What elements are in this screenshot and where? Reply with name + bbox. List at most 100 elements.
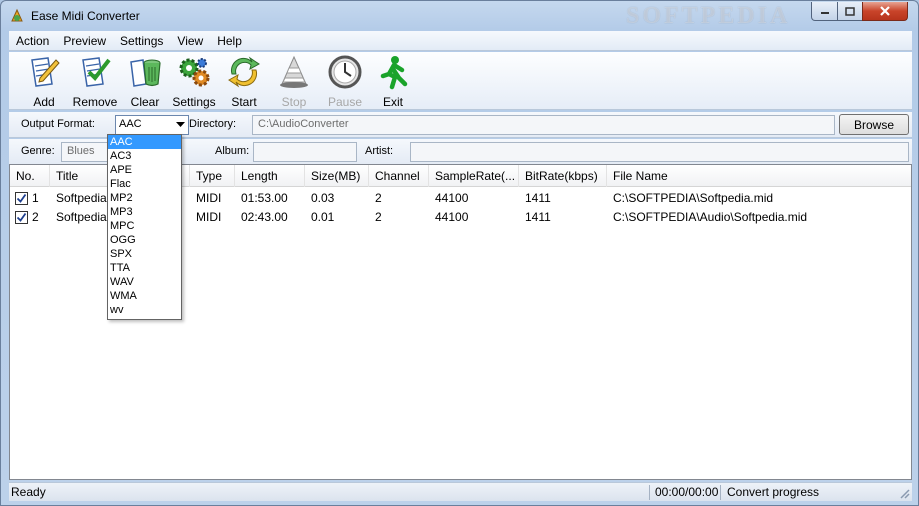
format-option-flac[interactable]: Flac [108, 177, 181, 191]
menu-view[interactable]: View [170, 34, 210, 48]
menu-bar: Action Preview Settings View Help [9, 31, 912, 51]
format-option-mpc[interactable]: MPC [108, 219, 181, 233]
status-progress-label: Convert progress [727, 485, 820, 499]
maximize-button[interactable] [837, 2, 863, 21]
format-option-wma[interactable]: WMA [108, 289, 181, 303]
row-no: 1 [32, 191, 39, 205]
row-channel: 2 [375, 191, 382, 205]
status-time: 00:00/00:00 [655, 485, 719, 499]
column-size[interactable]: Size(MB) [305, 165, 369, 187]
status-text: Ready [11, 485, 46, 499]
row-channel: 2 [375, 210, 382, 224]
stop-button[interactable]: Stop [273, 54, 315, 110]
row-samplerate: 44100 [435, 210, 469, 224]
format-dropdown-list: AAC AC3 APE Flac MP2 MP3 MPC OGG SPX TTA… [107, 134, 182, 320]
maximize-icon [845, 6, 855, 16]
status-divider [649, 485, 650, 500]
exit-button[interactable]: Exit [375, 54, 411, 110]
toolbar: Add Remove Clear Settings Start Stop Pau… [9, 52, 912, 110]
format-option-wv[interactable]: wv [108, 303, 181, 317]
status-divider [720, 485, 721, 500]
column-no[interactable]: No. [10, 165, 50, 187]
artist-field[interactable] [410, 142, 909, 162]
trash-icon [130, 59, 161, 87]
menu-preview[interactable]: Preview [56, 34, 113, 48]
artist-label: Artist: [365, 145, 394, 157]
column-channel[interactable]: Channel [369, 165, 429, 187]
directory-field[interactable]: C:\AudioConverter [252, 115, 835, 135]
format-option-wav[interactable]: WAV [108, 275, 181, 289]
pause-label: Pause [327, 95, 363, 109]
row-no: 2 [32, 210, 39, 224]
row-type: MIDI [196, 191, 222, 205]
clear-button[interactable]: Clear [125, 54, 165, 110]
title-bar[interactable]: Ease Midi Converter SOFTPEDIA [1, 1, 918, 31]
minimize-button[interactable] [811, 2, 838, 21]
stop-label: Stop [281, 95, 307, 109]
format-option-aac[interactable]: AAC [108, 135, 181, 149]
main-window: Ease Midi Converter SOFTPEDIA Action Pre… [0, 0, 919, 506]
row-size: 0.01 [311, 210, 335, 224]
browse-button[interactable]: Browse [839, 114, 909, 135]
add-document-icon [31, 57, 60, 87]
exit-label: Exit [382, 95, 403, 109]
row-bitrate: 1411 [525, 191, 551, 205]
column-file-name[interactable]: File Name [607, 165, 911, 187]
column-bitrate[interactable]: BitRate(kbps) [519, 165, 607, 187]
menu-action[interactable]: Action [9, 34, 56, 48]
row-length: 02:43.00 [241, 210, 288, 224]
row-size: 0.03 [311, 191, 335, 205]
format-option-spx[interactable]: SPX [108, 247, 181, 261]
add-label: Add [33, 95, 55, 109]
column-samplerate[interactable]: SampleRate(... [429, 165, 519, 187]
format-option-mp2[interactable]: MP2 [108, 191, 181, 205]
running-man-icon [380, 56, 408, 90]
row-length: 01:53.00 [241, 191, 288, 205]
output-format-select[interactable]: AAC [115, 115, 189, 135]
remove-document-icon [82, 57, 111, 87]
row-bitrate: 1411 [525, 210, 551, 224]
row-type: MIDI [196, 210, 222, 224]
format-option-mp3[interactable]: MP3 [108, 205, 181, 219]
gears-icon [179, 58, 210, 87]
softpedia-watermark: SOFTPEDIA [626, 3, 791, 29]
genre-label: Genre: [21, 145, 55, 157]
row-file-name: C:\SOFTPEDIA\Audio\Softpedia.mid [613, 210, 808, 224]
window-title: Ease Midi Converter [31, 9, 140, 23]
chevron-down-icon [176, 122, 185, 127]
status-bar: Ready 00:00/00:00 Convert progress [9, 482, 912, 501]
output-format-value: AAC [119, 118, 142, 130]
column-length[interactable]: Length [235, 165, 305, 187]
dropdown-arrow[interactable] [173, 116, 188, 134]
settings-button[interactable]: Settings [171, 54, 217, 110]
output-format-label: Output Format: [21, 118, 95, 130]
column-type[interactable]: Type [190, 165, 235, 187]
start-button[interactable]: Start [225, 54, 263, 110]
settings-label: Settings [172, 95, 216, 109]
menu-help[interactable]: Help [210, 34, 249, 48]
format-option-ape[interactable]: APE [108, 163, 181, 177]
stop-cone-icon [280, 55, 308, 88]
add-button[interactable]: Add [23, 54, 65, 110]
row-file-name: C:\SOFTPEDIA\Softpedia.mid [613, 191, 774, 205]
close-button[interactable] [862, 2, 908, 21]
close-icon [880, 6, 890, 16]
format-option-ogg[interactable]: OGG [108, 233, 181, 247]
remove-label: Remove [72, 95, 118, 109]
start-arrows-icon [228, 56, 260, 88]
clear-label: Clear [130, 95, 160, 109]
row-samplerate: 44100 [435, 191, 469, 205]
format-option-ac3[interactable]: AC3 [108, 149, 181, 163]
remove-button[interactable]: Remove [71, 54, 119, 110]
album-label: Album: [215, 145, 250, 157]
pause-button[interactable]: Pause [323, 54, 367, 110]
resize-grip-icon[interactable] [899, 488, 910, 499]
clock-icon [328, 55, 362, 89]
menu-settings[interactable]: Settings [113, 34, 170, 48]
app-icon [11, 8, 23, 22]
directory-label: Directory: [189, 118, 237, 130]
format-option-tta[interactable]: TTA [108, 261, 181, 275]
minimize-icon [820, 12, 829, 14]
start-label: Start [231, 95, 257, 109]
album-field[interactable] [253, 142, 357, 162]
